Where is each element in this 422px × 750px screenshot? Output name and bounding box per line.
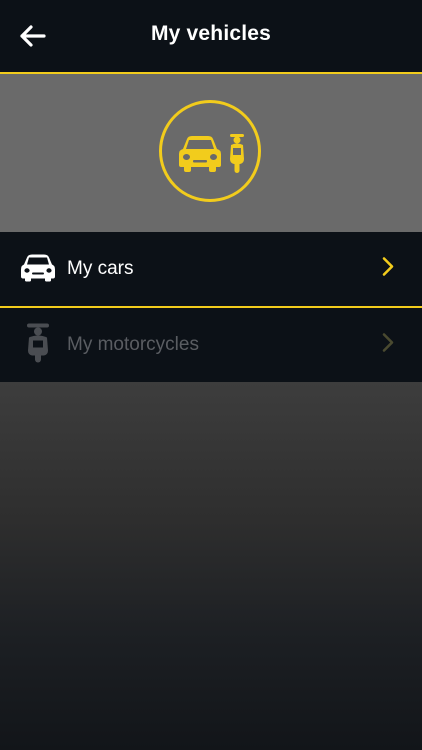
- chevron-right-icon: [382, 333, 394, 358]
- menu-item-my-motorcycles[interactable]: My motorcycles: [0, 308, 422, 382]
- page-title: My vehicles: [150, 22, 272, 45]
- car-icon: [20, 252, 56, 287]
- vehicles-emblem: [159, 100, 261, 202]
- menu-item-label: My motorcycles: [67, 334, 199, 355]
- menu-item-my-cars[interactable]: My cars: [0, 232, 422, 308]
- hero-banner: [0, 74, 422, 232]
- app-header: My vehicles: [0, 0, 422, 74]
- car-and-motorcycle-icon: [179, 134, 244, 173]
- chevron-right-icon: [382, 257, 394, 282]
- menu-item-label: My cars: [67, 258, 134, 279]
- motorcycle-icon: [25, 323, 51, 368]
